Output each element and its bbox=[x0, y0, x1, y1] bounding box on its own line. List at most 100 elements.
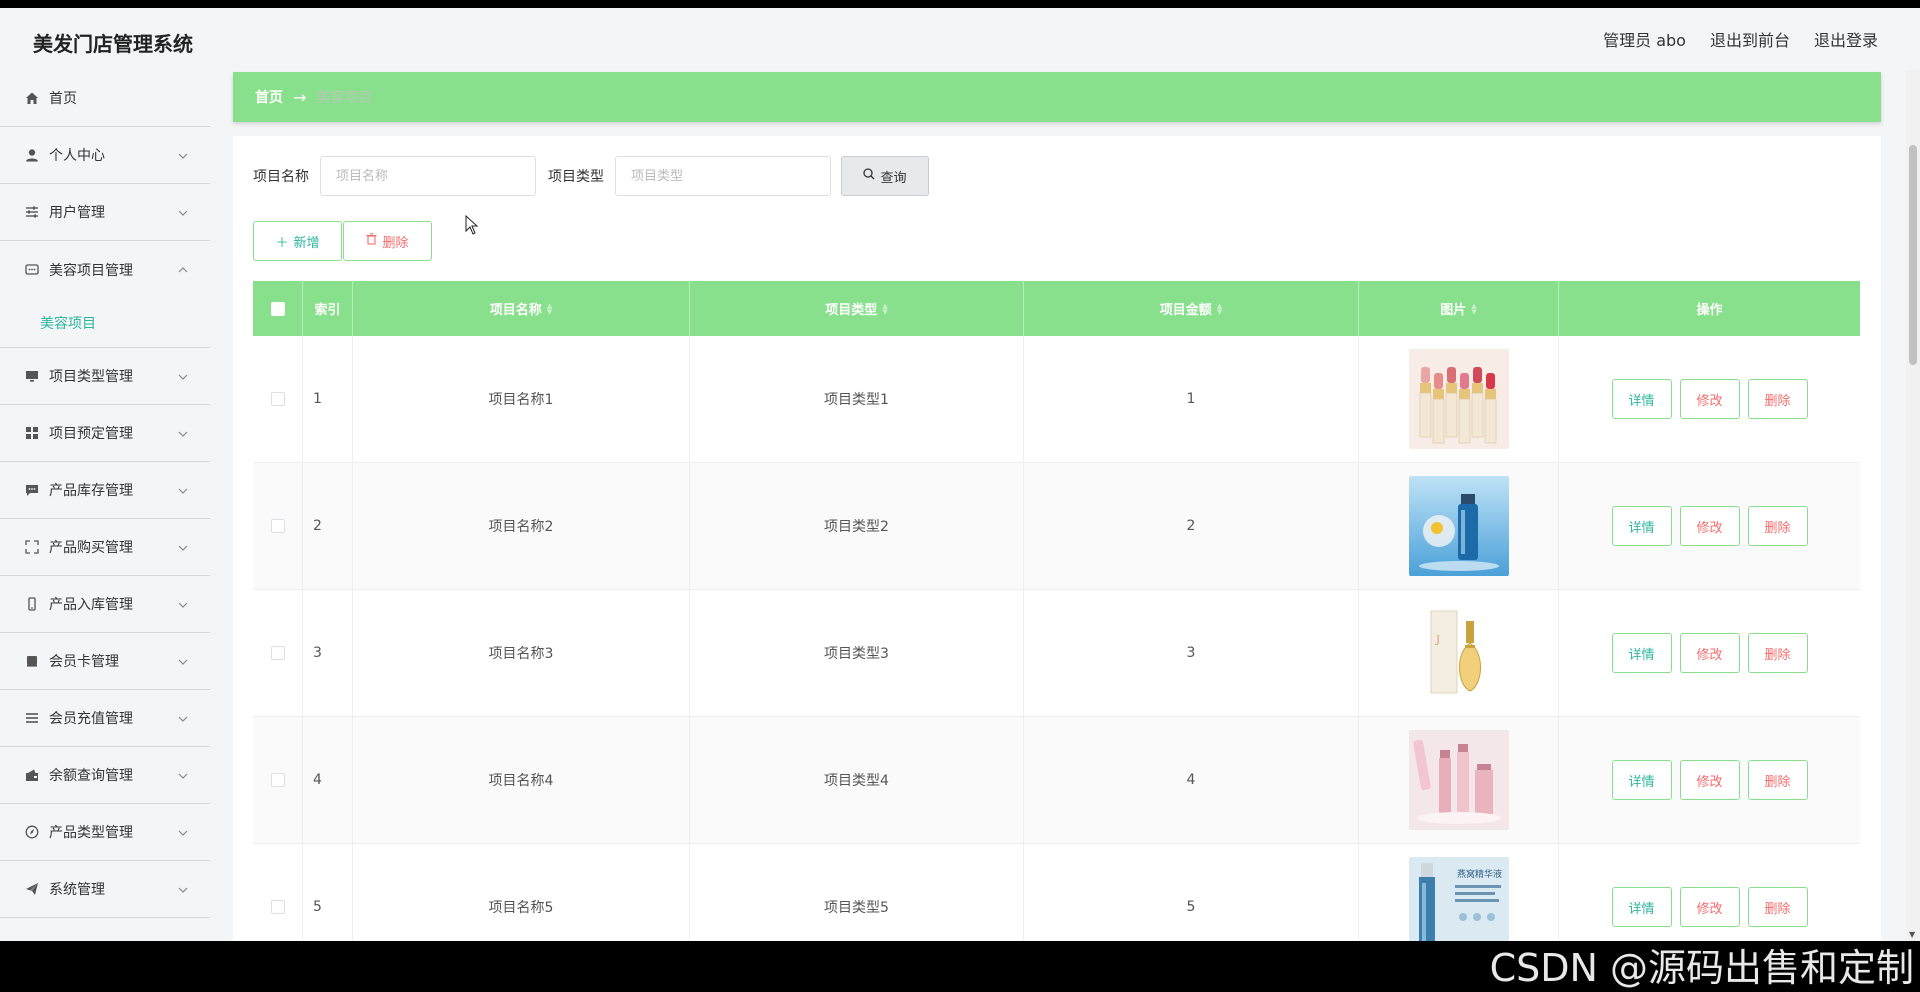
table-row: 4 项目名称4 项目类型4 4 详情 修改 删除 bbox=[253, 717, 1860, 844]
sidebar-item-5[interactable]: 项目预定管理 bbox=[0, 405, 210, 462]
detail-button[interactable]: 详情 bbox=[1611, 633, 1672, 673]
page-scrollbar[interactable]: ▼ bbox=[1906, 70, 1920, 941]
select-all-cell bbox=[253, 281, 303, 336]
sidebar-item-13[interactable]: 系统管理 bbox=[0, 861, 210, 918]
sidebar-subitem-beauty-project[interactable]: 美容项目 bbox=[0, 298, 210, 348]
sidebar-item-0[interactable]: 首页 bbox=[0, 70, 210, 127]
col-type[interactable]: 项目类型 ▲ ▼ bbox=[690, 281, 1024, 336]
exit-to-front-link[interactable]: 退出到前台 bbox=[1710, 27, 1790, 51]
row-checkbox[interactable] bbox=[270, 519, 285, 533]
sidebar-item-3[interactable]: 美容项目管理 bbox=[0, 241, 210, 298]
sidebar-item-4[interactable]: 项目类型管理 bbox=[0, 348, 210, 405]
sidebar-item-label: 产品类型管理 bbox=[49, 825, 133, 841]
logout-link[interactable]: 退出登录 bbox=[1814, 27, 1878, 51]
edit-button[interactable]: 修改 bbox=[1679, 760, 1740, 800]
sort-icon[interactable]: ▲ ▼ bbox=[547, 302, 552, 315]
delete-button[interactable]: 删除 bbox=[1747, 887, 1808, 927]
detail-button[interactable]: 详情 bbox=[1611, 760, 1672, 800]
project-name-input[interactable] bbox=[320, 156, 536, 196]
edit-button[interactable]: 修改 bbox=[1679, 887, 1740, 927]
edit-button[interactable]: 修改 bbox=[1679, 633, 1740, 673]
product-image[interactable]: 燕窝精华液 bbox=[1408, 857, 1509, 941]
sidebar-item-label: 会员充值管理 bbox=[49, 711, 133, 727]
sidebar-item-6[interactable]: 产品库存管理 bbox=[0, 462, 210, 519]
row-select-cell bbox=[253, 844, 303, 941]
cell-actions: 详情 修改 删除 bbox=[1559, 336, 1860, 462]
sidebar-item-label: 项目预定管理 bbox=[49, 426, 133, 442]
product-image[interactable] bbox=[1408, 476, 1509, 576]
plus-icon: ＋ bbox=[275, 235, 289, 251]
col-name[interactable]: 项目名称 ▲ ▼ bbox=[353, 281, 690, 336]
app-title: 美发门店管理系统 bbox=[33, 32, 193, 56]
sidebar-item-9[interactable]: 会员卡管理 bbox=[0, 633, 210, 690]
sidebar-item-label: 产品库存管理 bbox=[49, 483, 133, 499]
sidebar-item-7[interactable]: 产品购买管理 bbox=[0, 519, 210, 576]
detail-button[interactable]: 详情 bbox=[1611, 887, 1672, 927]
product-image[interactable]: J bbox=[1408, 603, 1509, 703]
row-checkbox[interactable] bbox=[270, 773, 285, 787]
svg-text:J: J bbox=[1435, 635, 1440, 646]
phone-icon bbox=[24, 596, 40, 612]
sidebar-item-11[interactable]: 余额查询管理 bbox=[0, 747, 210, 804]
chat-icon bbox=[24, 262, 40, 278]
detail-button[interactable]: 详情 bbox=[1611, 379, 1672, 419]
fullscreen-icon bbox=[24, 539, 40, 555]
sidebar-item-12[interactable]: 产品类型管理 bbox=[0, 804, 210, 861]
sidebar-item-label: 产品入库管理 bbox=[49, 597, 133, 613]
add-button[interactable]: ＋ 新增 bbox=[253, 221, 342, 261]
delete-button[interactable]: 删除 bbox=[1747, 379, 1808, 419]
sidebar-item-8[interactable]: 产品入库管理 bbox=[0, 576, 210, 633]
cell-image: 燕窝精华液 bbox=[1359, 844, 1559, 941]
search-form: 项目名称 项目类型 查询 bbox=[253, 156, 929, 196]
row-checkbox[interactable] bbox=[270, 646, 285, 660]
table-row: 5 项目名称5 项目类型5 5 燕窝精华液 详情 修改 删除 bbox=[253, 844, 1860, 941]
sidebar-item-label: 余额查询管理 bbox=[49, 768, 133, 784]
row-checkbox[interactable] bbox=[270, 900, 285, 914]
product-image[interactable] bbox=[1408, 730, 1509, 830]
svg-text:燕窝精华液: 燕窝精华液 bbox=[1457, 868, 1502, 880]
row-checkbox[interactable] bbox=[270, 392, 285, 406]
cell-index: 5 bbox=[303, 844, 353, 941]
select-all-checkbox[interactable] bbox=[270, 301, 285, 316]
cell-name: 项目名称2 bbox=[353, 463, 690, 589]
col-image[interactable]: 图片 ▲ ▼ bbox=[1359, 281, 1559, 336]
monitor-icon bbox=[24, 368, 40, 384]
sort-icon[interactable]: ▲ ▼ bbox=[1471, 302, 1476, 315]
project-type-input[interactable] bbox=[615, 156, 831, 196]
sidebar-item-2[interactable]: 用户管理 bbox=[0, 184, 210, 241]
cell-actions: 详情 修改 删除 bbox=[1559, 717, 1860, 843]
product-image[interactable] bbox=[1408, 349, 1509, 449]
cell-name: 项目名称4 bbox=[353, 717, 690, 843]
breadcrumb-home[interactable]: 首页 bbox=[255, 87, 283, 107]
sort-icon[interactable]: ▲ ▼ bbox=[882, 302, 887, 315]
cell-index: 1 bbox=[303, 336, 353, 462]
sidebar-item-10[interactable]: 会员充值管理 bbox=[0, 690, 210, 747]
edit-button[interactable]: 修改 bbox=[1679, 506, 1740, 546]
compass-icon bbox=[24, 824, 40, 840]
cell-amount: 5 bbox=[1024, 844, 1359, 941]
sort-icon[interactable]: ▲ ▼ bbox=[1217, 302, 1222, 315]
query-button[interactable]: 查询 bbox=[841, 156, 929, 196]
top-bar: 美发门店管理系统 管理员 abo 退出到前台 退出登录 bbox=[0, 8, 1920, 70]
scrollbar-thumb[interactable] bbox=[1909, 145, 1917, 365]
breadcrumb-current: 美容项目 bbox=[316, 90, 373, 106]
delete-button[interactable]: 删除 bbox=[1747, 506, 1808, 546]
chevron-down-icon bbox=[178, 205, 188, 219]
app-window: 美发门店管理系统 管理员 abo 退出到前台 退出登录 首页 个人中心 用户管理 美容… bbox=[0, 8, 1920, 941]
chevron-down-icon bbox=[178, 825, 188, 839]
col-amount[interactable]: 项目金额 ▲ ▼ bbox=[1024, 281, 1359, 336]
type-label: 项目类型 bbox=[548, 169, 604, 185]
chevron-down-icon bbox=[178, 369, 188, 383]
admin-user-label[interactable]: 管理员 abo bbox=[1603, 27, 1686, 51]
send-icon bbox=[24, 881, 40, 897]
sidebar-item-1[interactable]: 个人中心 bbox=[0, 127, 210, 184]
delete-button[interactable]: 删除 bbox=[1747, 760, 1808, 800]
edit-button[interactable]: 修改 bbox=[1679, 379, 1740, 419]
name-label: 项目名称 bbox=[253, 169, 309, 185]
delete-button[interactable]: 删除 bbox=[1747, 633, 1808, 673]
list-icon bbox=[24, 710, 40, 726]
detail-button[interactable]: 详情 bbox=[1611, 506, 1672, 546]
cell-image bbox=[1359, 717, 1559, 843]
batch-delete-button[interactable]: 删除 bbox=[343, 221, 432, 261]
chevron-up-icon bbox=[178, 262, 188, 276]
